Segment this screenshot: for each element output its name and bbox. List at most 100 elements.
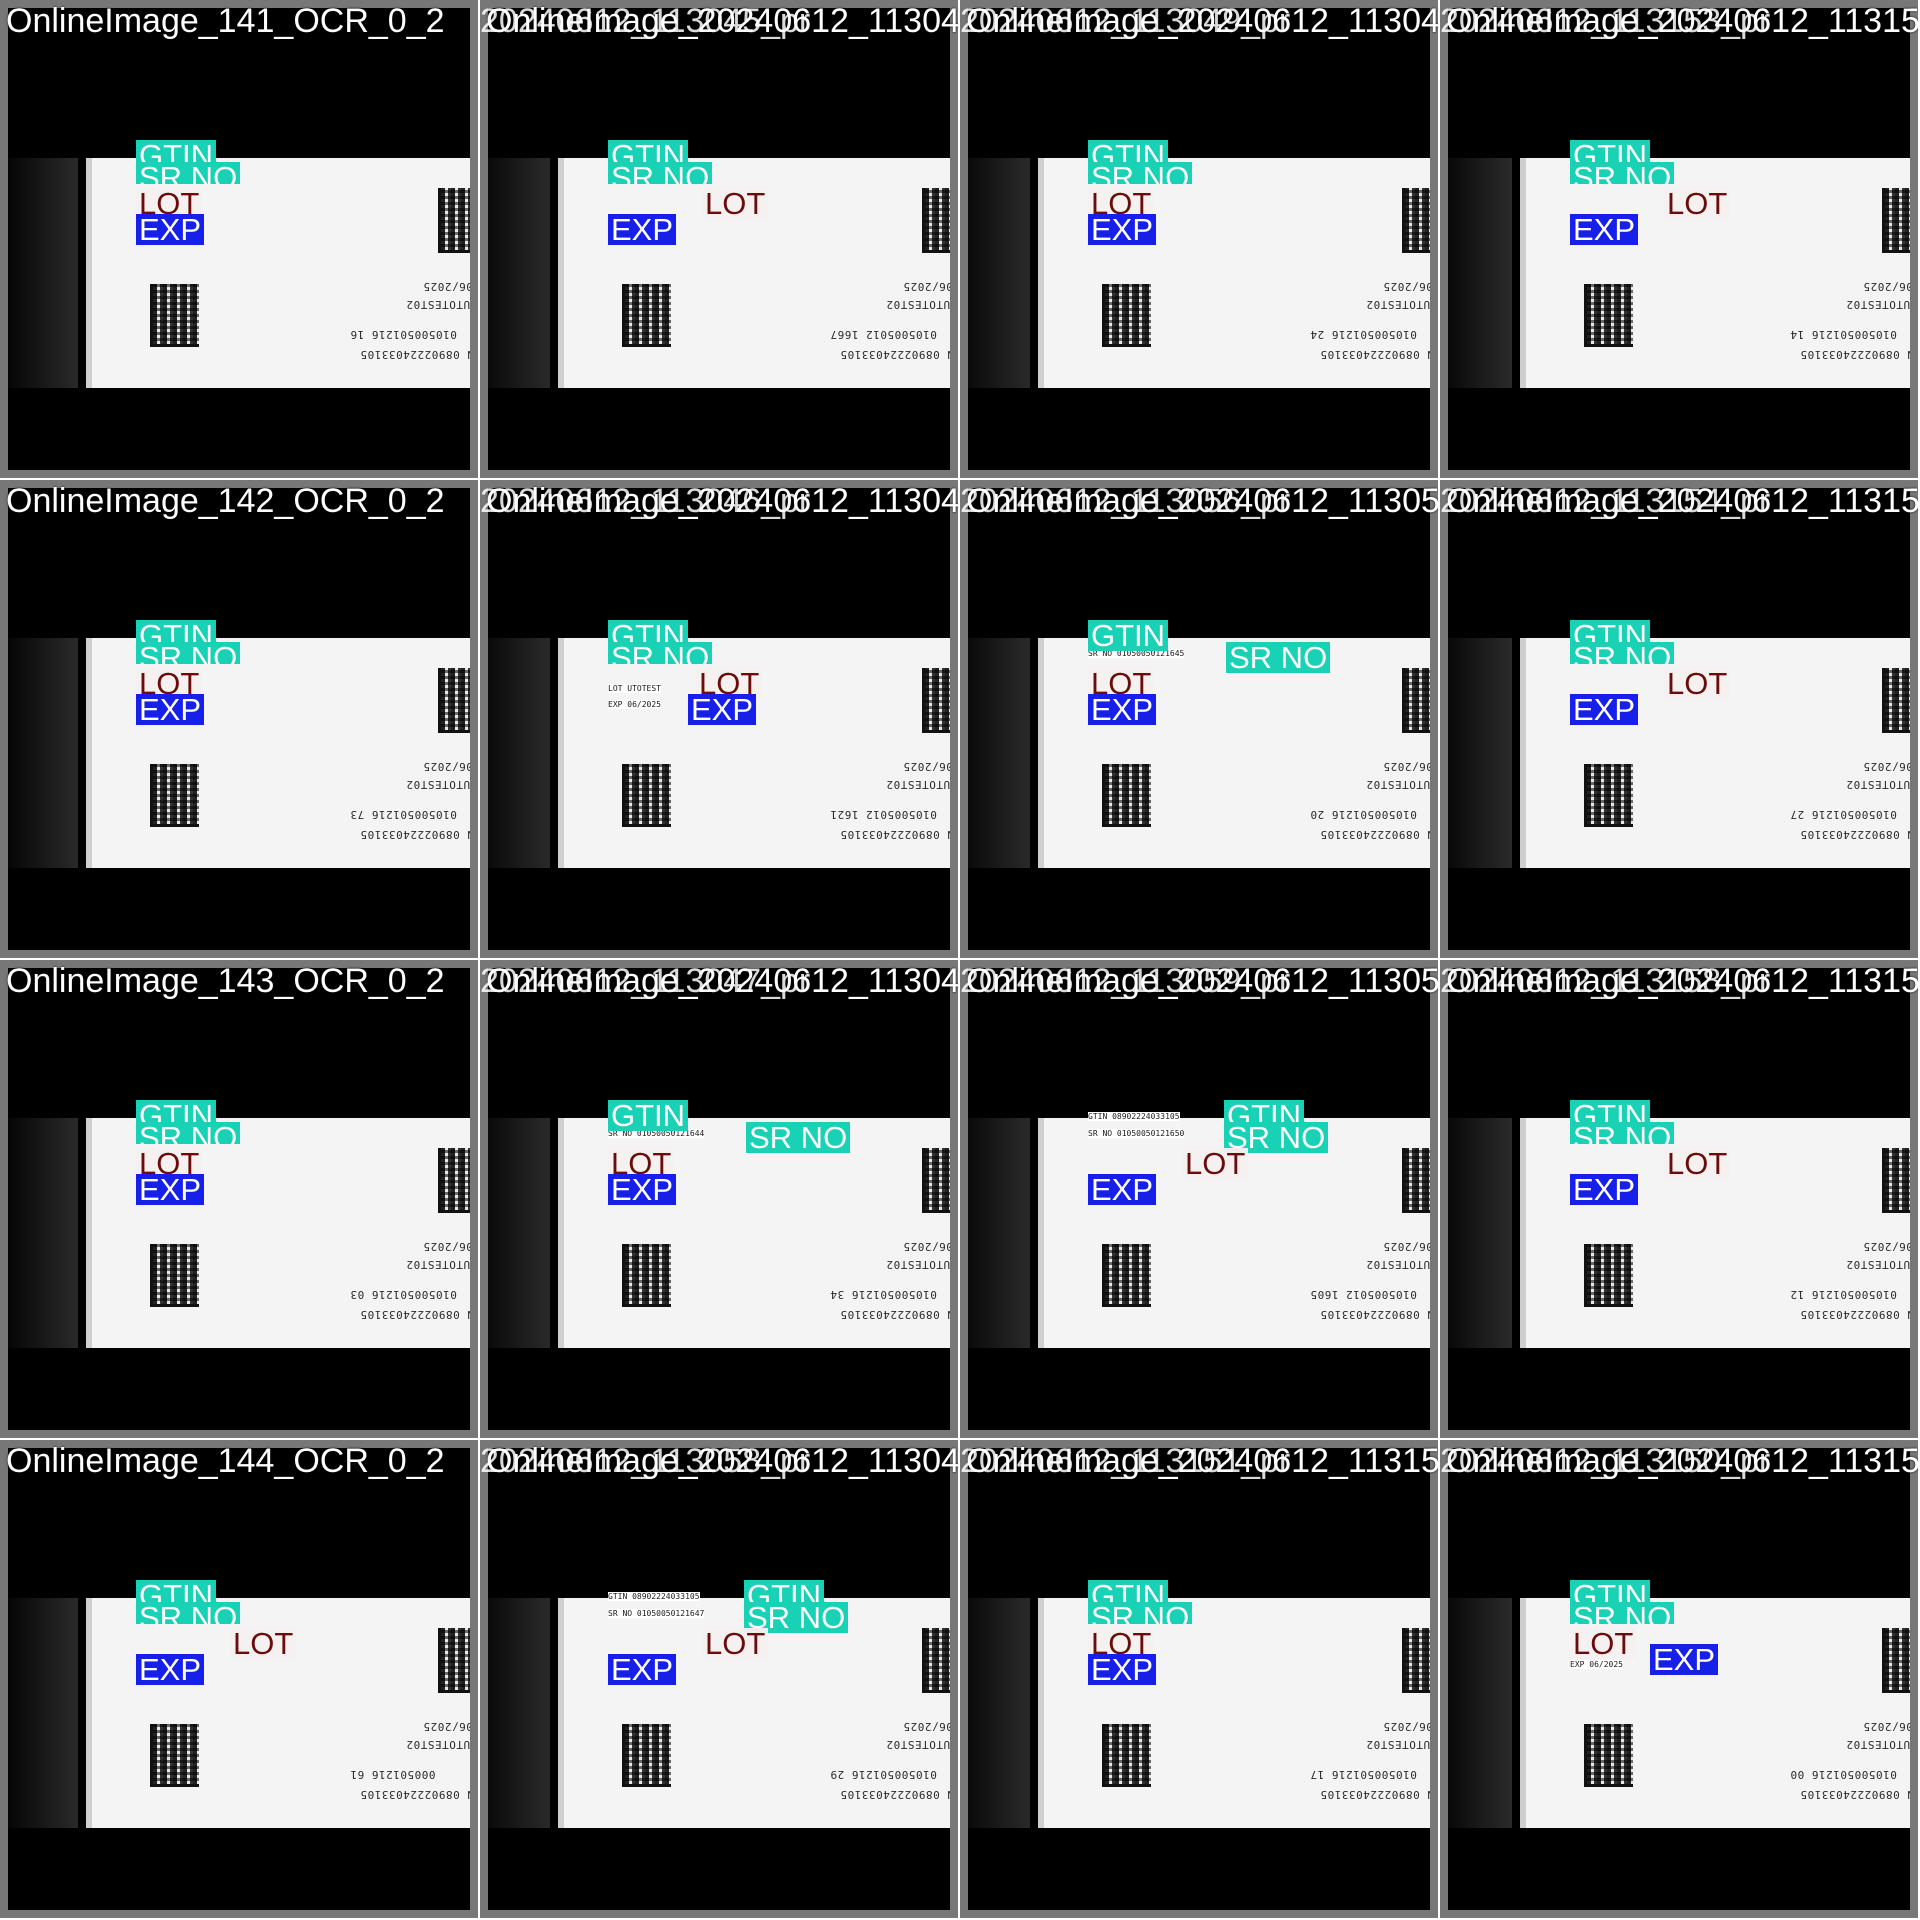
roller-shadow [488, 638, 550, 868]
datamatrix-code-left [150, 284, 199, 347]
result-tile[interactable]: 06/2025 UTOTEST02 010500501216 27 N 0890222… [1440, 480, 1918, 958]
printed-gtin-text: N 08902224033105 [1320, 1788, 1430, 1801]
roller-shadow [968, 638, 1030, 868]
lot-detection-box: LOT [1664, 188, 1731, 219]
printed-exp-text: 06/2025 [903, 760, 950, 773]
result-tile[interactable]: 06/2025 UTOTEST02 010500501216 34 N 0890222… [480, 960, 958, 1438]
printed-exp-text: 06/2025 [423, 1240, 470, 1253]
exp-detection-box: EXP [688, 694, 757, 725]
result-tile[interactable]: 06/2025 UTOTEST02 010500501216 16 N 0890222… [0, 0, 478, 478]
result-tile[interactable]: 06/2025 UTOTEST02 010500501216 20 N 0890222… [960, 480, 1438, 958]
result-tile[interactable]: 06/2025 UTOTEST02 000501216 61 N 0890222403… [0, 1440, 478, 1918]
product-photo: 06/2025 UTOTEST02 010500501216 27 N 0890222… [1448, 488, 1910, 950]
printed-serial-text: 010500501216 34 [830, 1288, 937, 1301]
result-tile[interactable]: 06/2025 UTOTEST02 010500501216 00 N 0890222… [1440, 1440, 1918, 1918]
exp-detection-box: EXP [1088, 214, 1157, 245]
printed-serial-text: 010500501216 73 [350, 808, 457, 821]
datamatrix-code-left [1102, 764, 1151, 827]
result-tile[interactable]: 06/2025 UTOTEST02 010500501216 14 N 0890222… [1440, 0, 1918, 478]
printed-lot-text: UTOTEST02 [406, 1258, 470, 1271]
datamatrix-code-right [1882, 668, 1910, 733]
printed-exp-text: 06/2025 [903, 1240, 950, 1253]
printed-serial-text: 010500501216 16 [350, 328, 457, 341]
image-filename-caption: OnlineImage_143_OCR_0_2 [6, 962, 445, 1000]
printed-lot-text: UTOTEST02 [886, 298, 950, 311]
datamatrix-code-left [622, 764, 671, 827]
printed-serial-text: 010500501216 24 [1310, 328, 1417, 341]
printed-gtin-text: N 08902224033105 [1800, 348, 1910, 361]
printed-gtin-text: N 08902224033105 [1800, 1308, 1910, 1321]
printed-lot-text: UTOTEST02 [1846, 1738, 1910, 1751]
printed-serial-text: 0105005012 1605 [1310, 1288, 1417, 1301]
prediction-filename-caption: 20240612_113150_pr [1440, 1442, 1771, 1480]
srno-detection-box: SR NO [608, 642, 713, 664]
printed-gtin-text: N 08902224033105 [360, 828, 470, 841]
lot-detection-box: LOT [702, 1628, 769, 1659]
printed-gtin-text: N 08902224033105 [360, 1788, 470, 1801]
result-tile[interactable]: 06/2025 UTOTEST02 010500501216 29 N 0890222… [480, 1440, 958, 1918]
result-tile[interactable]: 06/2025 UTOTEST02 010500501216 12 N 0890222… [1440, 960, 1918, 1438]
printed-lot-text: UTOTEST02 [406, 1738, 470, 1751]
printed-serial-text: 010500501216 17 [1310, 1768, 1417, 1781]
srno-detection-box: SR NO [1088, 1602, 1193, 1624]
datamatrix-code-left [150, 1244, 199, 1307]
prediction-filename-caption: 20240612_113151_pr [960, 1442, 1291, 1480]
exp-detection-box: EXP [608, 214, 677, 245]
printed-gtin-text: N 08902224033105 [840, 1308, 950, 1321]
printed-lot-text: UTOTEST02 [1846, 298, 1910, 311]
datamatrix-code-left [1102, 284, 1151, 347]
exp-value-text: EXP 06/2025 [1570, 1660, 1623, 1669]
exp-value-text: EXP 06/2025 [608, 700, 661, 709]
srno-detection-box: SR NO [136, 642, 241, 664]
product-photo: 06/2025 UTOTEST02 010500501216 17 N 0890222… [968, 1448, 1430, 1910]
lot-detection-box: LOT [702, 188, 769, 219]
srno-detection-box: SR NO [1570, 1602, 1675, 1624]
printed-exp-text: 06/2025 [423, 760, 470, 773]
datamatrix-code-left [150, 764, 199, 827]
printed-gtin-text: N 08902224033105 [1800, 828, 1910, 841]
image-filename-caption: OnlineImage_142_OCR_0_2 [6, 482, 445, 520]
datamatrix-code-left [1584, 1724, 1633, 1787]
srno-value-text: SR NO 01050050121650 [1088, 1129, 1185, 1138]
result-tile[interactable]: 06/2025 UTOTEST02 010500501216 73 N 0890222… [0, 480, 478, 958]
datamatrix-code-right [1882, 1148, 1910, 1213]
lot-detection-box: LOT [1570, 1628, 1637, 1659]
printed-serial-text: 010500501216 27 [1790, 808, 1897, 821]
printed-exp-text: 06/2025 [1863, 760, 1910, 773]
product-photo: 06/2025 UTOTEST02 010500501216 20 N 0890222… [968, 488, 1430, 950]
datamatrix-code-left [622, 1244, 671, 1307]
datamatrix-code-right [922, 1148, 950, 1213]
roller-shadow [968, 158, 1030, 388]
result-tile[interactable]: 06/2025 UTOTEST02 0105005012 1667 N 0890222… [480, 0, 958, 478]
srno-detection-box: SR NO [136, 162, 241, 184]
printed-exp-text: 06/2025 [903, 1720, 950, 1733]
datamatrix-code-right [438, 1628, 470, 1693]
exp-detection-box: EXP [1088, 1174, 1157, 1205]
printed-exp-text: 06/2025 [903, 280, 950, 293]
prediction-filename-caption: 20240612_113158_pr [1440, 962, 1771, 1000]
exp-detection-box: EXP [1570, 1174, 1639, 1205]
product-photo: 06/2025 UTOTEST02 010500501216 73 N 0890222… [8, 488, 470, 950]
prediction-filename-caption: 20240612_113059_pr [960, 962, 1291, 1000]
datamatrix-code-right [438, 1148, 470, 1213]
printed-exp-text: 06/2025 [1863, 1240, 1910, 1253]
datamatrix-code-left [1584, 284, 1633, 347]
roller-shadow [8, 158, 78, 388]
result-tile[interactable]: 06/2025 UTOTEST02 010500501216 24 N 0890222… [960, 0, 1438, 478]
roller-shadow [1448, 1598, 1512, 1828]
result-tile[interactable]: 06/2025 UTOTEST02 010500501216 17 N 0890222… [960, 1440, 1438, 1918]
result-tile[interactable]: 06/2025 UTOTEST02 0105005012 1621 N 0890222… [480, 480, 958, 958]
srno-detection-box: SR NO [136, 1122, 241, 1144]
printed-serial-text: 010500501216 20 [1310, 808, 1417, 821]
srno-detection-box: SR NO [1088, 162, 1193, 184]
datamatrix-code-left [150, 1724, 199, 1787]
printed-gtin-text: N 08902224033105 [840, 1788, 950, 1801]
printed-lot-text: UTOTEST02 [1366, 1738, 1430, 1751]
exp-detection-box: EXP [1650, 1644, 1719, 1675]
result-tile[interactable]: 06/2025 UTOTEST02 0105005012 1605 N 0890222… [960, 960, 1438, 1438]
lot-value-text: LOT UTOTEST [608, 684, 661, 693]
datamatrix-code-left [1102, 1724, 1151, 1787]
printed-gtin-text: N 08902224033105 [360, 1308, 470, 1321]
printed-lot-text: UTOTEST02 [886, 778, 950, 791]
result-tile[interactable]: 06/2025 UTOTEST02 010500501216 03 N 0890222… [0, 960, 478, 1438]
